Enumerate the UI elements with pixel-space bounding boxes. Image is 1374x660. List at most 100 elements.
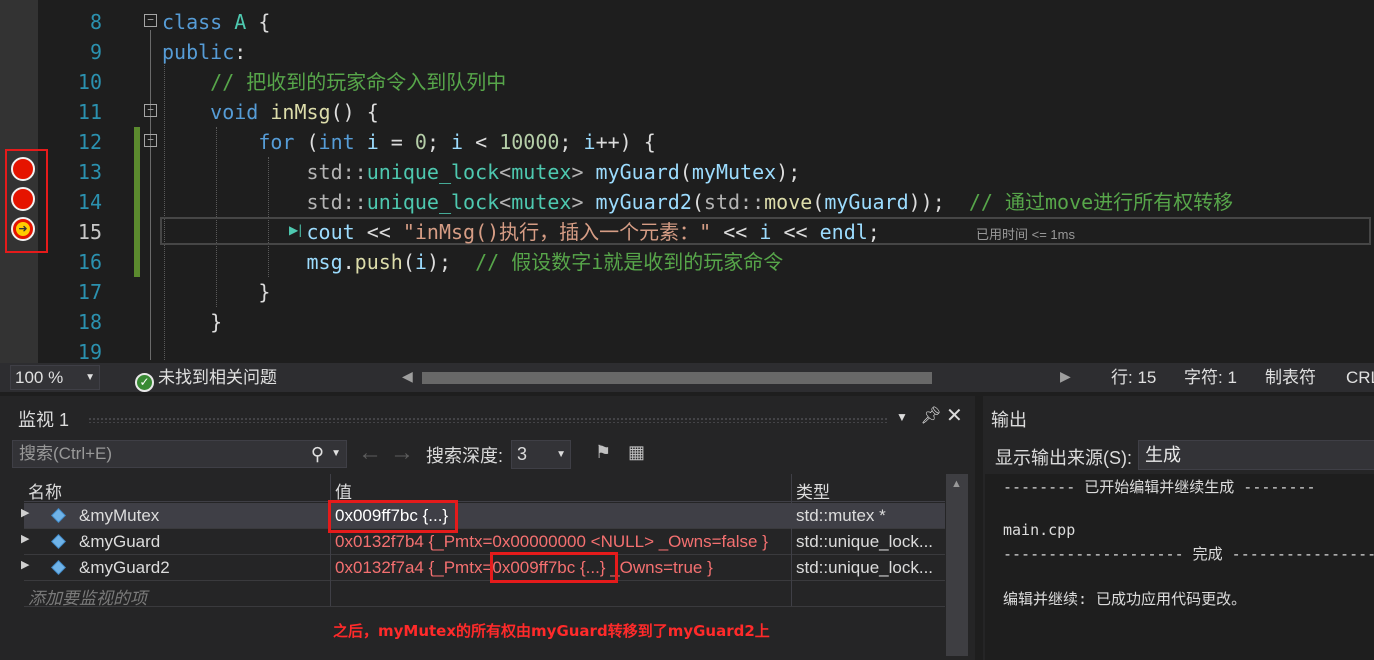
table-row[interactable]: ▶ &myGuard 0x0132f7b4 {_Pmtx=0x00000000 … bbox=[21, 529, 945, 555]
code-line[interactable]: 19 bbox=[0, 337, 1374, 363]
code-text[interactable]: // 把收到的玩家命令入到队列中 bbox=[162, 67, 506, 97]
scroll-up-icon[interactable]: ▲ bbox=[951, 478, 962, 490]
vertical-scrollbar[interactable]: ▲ bbox=[946, 474, 968, 656]
code-line[interactable]: 14 std::unique_lock<mutex> myGuard2(std:… bbox=[0, 187, 1374, 217]
line-number: 13 bbox=[77, 160, 102, 184]
code-token: myGuard bbox=[824, 190, 909, 214]
code-text[interactable]: cout << "inMsg()执行，插入一个元素：" << i << endl… bbox=[162, 217, 880, 247]
line-ending[interactable]: CRL bbox=[1346, 367, 1374, 388]
code-token: i bbox=[583, 130, 596, 154]
code-token: i bbox=[414, 250, 427, 274]
variable-icon bbox=[51, 534, 66, 549]
close-icon[interactable]: ✕ bbox=[946, 403, 963, 428]
line-number: 14 bbox=[77, 190, 102, 214]
search-icon[interactable]: ⚲ bbox=[311, 441, 324, 467]
expand-icon[interactable]: ▶ bbox=[21, 558, 29, 571]
watch-value[interactable]: 0x0132f7b4 {_Pmtx=0x00000000 <NULL> _Own… bbox=[335, 532, 768, 552]
add-watch-placeholder[interactable]: 添加要监视的项 bbox=[28, 584, 147, 609]
highlight-box bbox=[328, 500, 458, 533]
code-text[interactable]: } bbox=[162, 277, 270, 307]
column-separator[interactable] bbox=[791, 474, 792, 606]
code-token: > bbox=[571, 160, 584, 184]
code-token: () { bbox=[330, 100, 379, 124]
view-as-table-icon[interactable]: ▦ bbox=[628, 442, 645, 463]
code-token: { bbox=[246, 10, 271, 34]
code-token: unique_lock bbox=[366, 190, 500, 214]
watch-type: std::unique_lock... bbox=[796, 558, 934, 577]
code-line[interactable]: 18 } bbox=[0, 307, 1374, 337]
indent-mode[interactable]: 制表符 bbox=[1265, 367, 1316, 388]
search-depth-select[interactable]: 3 ▼ bbox=[511, 440, 571, 469]
code-text[interactable]: std::unique_lock<mutex> myGuard2(std::mo… bbox=[162, 187, 1234, 217]
code-line[interactable]: 15 cout << "inMsg()执行，插入一个元素：" << i << e… bbox=[0, 217, 1374, 247]
output-source-select[interactable]: 生成 bbox=[1138, 440, 1374, 470]
search-back-icon[interactable]: ← bbox=[358, 440, 382, 466]
search-forward-icon[interactable]: → bbox=[390, 440, 414, 466]
watch-name: &myMutex bbox=[79, 506, 160, 525]
watch-search-input[interactable]: 搜索(Ctrl+E) ⚲ ▼ bbox=[12, 440, 347, 468]
code-token: myMutex bbox=[691, 160, 777, 184]
code-text[interactable]: public: bbox=[162, 37, 246, 67]
scroll-left-icon[interactable]: ◀ bbox=[402, 368, 413, 385]
expand-icon[interactable]: ▶ bbox=[21, 532, 29, 545]
code-line[interactable]: 8 class A { bbox=[0, 7, 1374, 37]
code-token: ( bbox=[294, 130, 319, 154]
perf-tip[interactable]: 已用时间 <= 1ms bbox=[976, 224, 1075, 243]
output-line: -------------------- 完成 ----------------… bbox=[1003, 545, 1374, 563]
code-token: ; bbox=[867, 220, 880, 244]
issues-indicator[interactable]: ✓ 未找到相关问题 bbox=[135, 367, 277, 392]
column-type-header[interactable]: 类型 bbox=[796, 478, 830, 503]
issues-text: 未找到相关问题 bbox=[158, 368, 277, 387]
code-line[interactable]: 10 // 把收到的玩家命令入到队列中 bbox=[0, 67, 1374, 97]
code-token: cout bbox=[306, 220, 355, 244]
code-text[interactable]: for (int i = 0; i < 10000; i++) { bbox=[162, 127, 655, 157]
table-row[interactable]: ▶ &myMutex 0x009ff7bc {...} std::mutex * bbox=[21, 503, 945, 529]
code-token: : bbox=[234, 40, 247, 64]
output-source-label: 显示输出来源(S): bbox=[995, 448, 1132, 468]
watch-panel: 监视 1 ▼ 📌︎ ✕ 搜索(Ctrl+E) ⚲ ▼ ← → 搜索深度: 3 ▼… bbox=[0, 396, 975, 660]
code-token: ( bbox=[691, 190, 704, 214]
code-line[interactable]: 16 msg.push(i); // 假设数字i就是收到的玩家命令 bbox=[0, 247, 1374, 277]
code-token: // 通过move进行所有权转移 bbox=[968, 190, 1234, 214]
pin-to-source-icon[interactable]: ⚑ bbox=[595, 442, 611, 463]
expand-icon[interactable]: ▶ bbox=[21, 506, 29, 519]
line-number: 19 bbox=[77, 340, 102, 363]
watch-title-bar[interactable]: 监视 1 ▼ 📌︎ ✕ bbox=[10, 396, 975, 440]
code-text[interactable]: void inMsg() { bbox=[162, 97, 379, 127]
column-separator[interactable] bbox=[330, 474, 331, 606]
chevron-down-icon[interactable]: ▼ bbox=[331, 441, 341, 467]
code-line[interactable]: 12 for (int i = 0; i < 10000; i++) { bbox=[0, 127, 1374, 157]
code-token: msg bbox=[306, 250, 343, 274]
zoom-dropdown[interactable]: 100 % ▼ bbox=[10, 365, 100, 390]
code-token: ; bbox=[559, 130, 584, 154]
table-row[interactable]: ▶ &myGuard2 0x0132f7a4 {_Pmtx=0x009ff7bc… bbox=[21, 555, 945, 581]
scroll-right-icon[interactable]: ▶ bbox=[1060, 368, 1071, 385]
add-watch-row[interactable]: 添加要监视的项 bbox=[24, 581, 945, 609]
output-text[interactable]: -------- 已开始编辑并继续生成 -------- main.cpp --… bbox=[985, 474, 1374, 660]
scrollbar-thumb[interactable] bbox=[422, 372, 932, 384]
code-text[interactable]: msg.push(i); // 假设数字i就是收到的玩家命令 bbox=[162, 247, 784, 277]
output-panel: 输出 显示输出来源(S): 生成 -------- 已开始编辑并继续生成 ---… bbox=[983, 396, 1374, 660]
char-indicator[interactable]: 字符: 1 bbox=[1184, 367, 1237, 388]
watch-toolbar: 搜索(Ctrl+E) ⚲ ▼ ← → 搜索深度: 3 ▼ ⚑ ▦ bbox=[0, 440, 975, 470]
window-menu-icon[interactable]: ▼ bbox=[896, 410, 908, 424]
code-token: mutex bbox=[511, 160, 572, 184]
code-line[interactable]: 9 public: bbox=[0, 37, 1374, 67]
code-line[interactable]: 17 } bbox=[0, 277, 1374, 307]
code-line[interactable]: 11 void inMsg() { bbox=[0, 97, 1374, 127]
code-token: mutex bbox=[511, 190, 572, 214]
code-editor[interactable]: ➜ − − − ▶| 8 class A {9 public: 10 // 把收到的玩… bbox=[0, 0, 1374, 363]
column-name-header[interactable]: 名称 bbox=[28, 478, 62, 503]
check-circle-icon: ✓ bbox=[135, 373, 154, 392]
code-text[interactable]: std::unique_lock<mutex> myGuard(myMutex)… bbox=[162, 157, 801, 187]
code-text[interactable]: } bbox=[162, 307, 222, 337]
line-indicator[interactable]: 行: 15 bbox=[1111, 367, 1156, 388]
code-line[interactable]: 13 std::unique_lock<mutex> myGuard(myMut… bbox=[0, 157, 1374, 187]
horizontal-scrollbar[interactable]: ◀ ▶ bbox=[400, 368, 1075, 386]
pin-icon[interactable]: 📌︎ bbox=[920, 406, 942, 426]
code-text[interactable]: class A { bbox=[162, 7, 270, 37]
